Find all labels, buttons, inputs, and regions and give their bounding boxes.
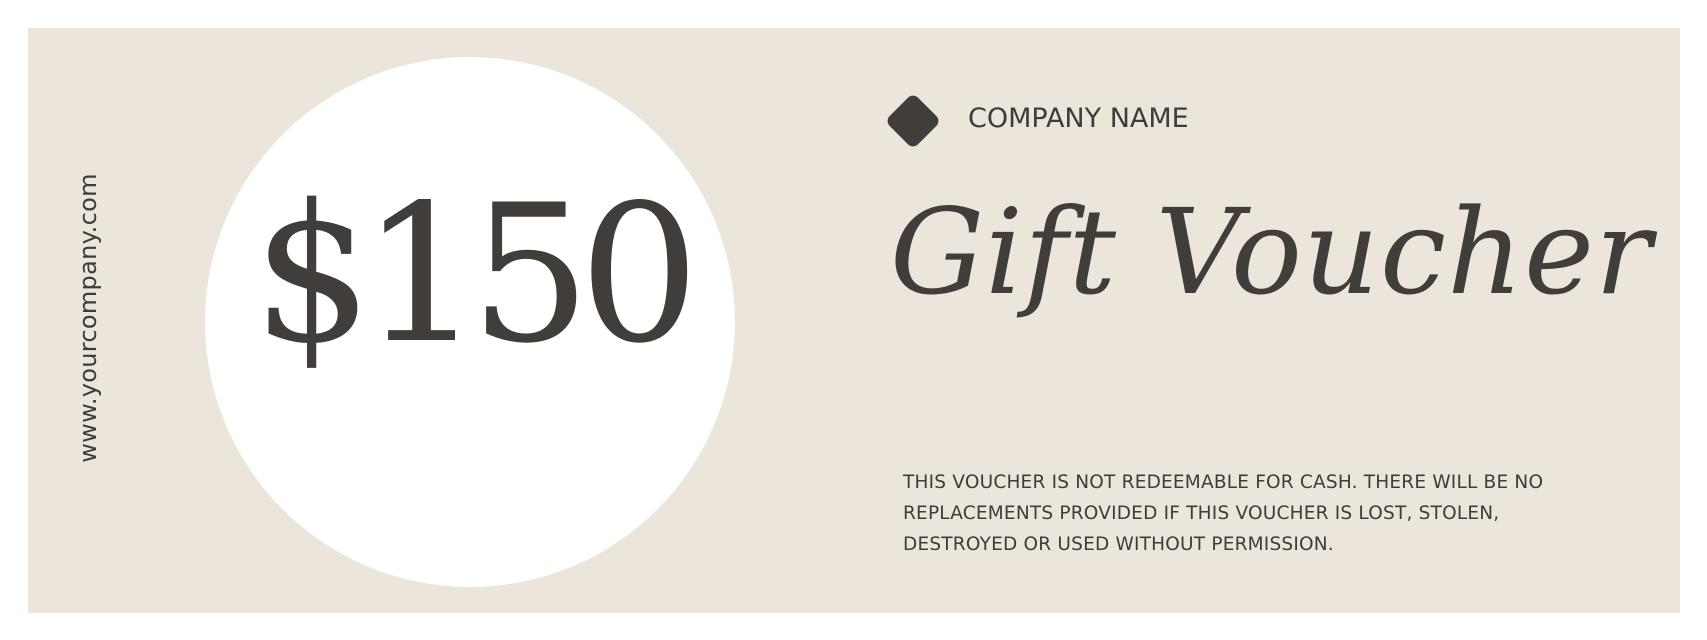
voucher-title: Gift Voucher <box>890 183 1653 321</box>
company-name: COMPANY NAME <box>968 103 1189 134</box>
website-url: www.yourcompany.com <box>74 173 102 463</box>
voucher-amount: $150 <box>252 164 700 385</box>
voucher-terms: THIS VOUCHER IS NOT REDEEMABLE FOR CASH.… <box>903 472 1544 555</box>
